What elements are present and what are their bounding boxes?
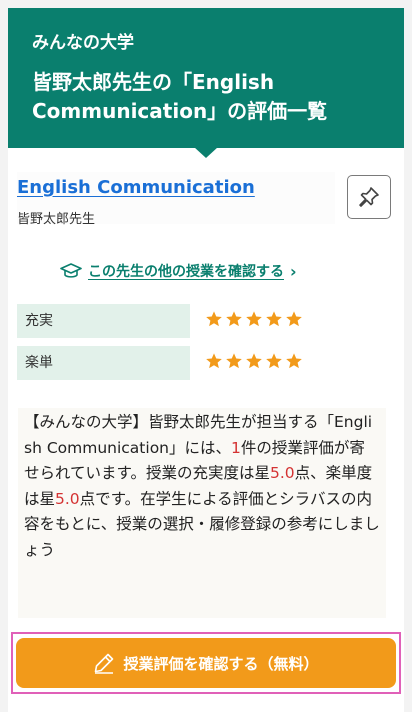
- star-icon: [246, 311, 262, 327]
- pin-icon: [359, 187, 379, 207]
- site-name: みんなの大学: [32, 33, 134, 53]
- other-classes-label: この先生の他の授業を確認する: [88, 264, 284, 280]
- easiness-score: 5.0: [55, 489, 80, 508]
- star-icon: [246, 353, 262, 369]
- view-reviews-label: 授業評価を確認する（無料）: [123, 654, 319, 673]
- star-rating: [205, 310, 303, 328]
- star-icon: [266, 311, 282, 327]
- pin-button[interactable]: [347, 175, 391, 219]
- description-text: 【みんなの大学】皆野太郎先生が担当する「English Communicatio…: [18, 408, 386, 618]
- star-icon: [206, 353, 222, 369]
- rating-label: 充実: [17, 304, 190, 338]
- star-icon: [206, 311, 222, 327]
- view-reviews-button[interactable]: 授業評価を確認する（無料）: [16, 638, 396, 688]
- star-icon: [286, 311, 302, 327]
- header-pointer: [194, 147, 218, 158]
- teacher-name: 皆野太郎先生: [17, 212, 96, 227]
- page-title: 皆野太郎先生の「English Communication」の評価一覧: [32, 70, 328, 123]
- review-count: 1: [231, 438, 241, 457]
- page-header: みんなの大学 皆野太郎先生の「English Communication」の評価…: [8, 8, 404, 148]
- subject-name-link[interactable]: English Communication: [17, 177, 255, 198]
- rating-label: 楽単: [17, 346, 190, 380]
- star-rating: [205, 352, 303, 370]
- star-icon: [226, 311, 242, 327]
- rating-row-fulfillment: 充実: [17, 304, 302, 338]
- star-icon: [266, 353, 282, 369]
- star-icon: [286, 353, 302, 369]
- chevron-right-icon: ›: [290, 261, 297, 281]
- subject-block: English Communication 皆野太郎先生: [17, 172, 335, 227]
- rating-row-easiness: 楽単: [17, 346, 302, 380]
- pencil-icon: [95, 653, 114, 674]
- fulfillment-score: 5.0: [270, 464, 295, 482]
- other-classes-link[interactable]: この先生の他の授業を確認する ›: [60, 261, 297, 281]
- graduation-cap-icon: [60, 263, 82, 278]
- star-icon: [226, 353, 242, 369]
